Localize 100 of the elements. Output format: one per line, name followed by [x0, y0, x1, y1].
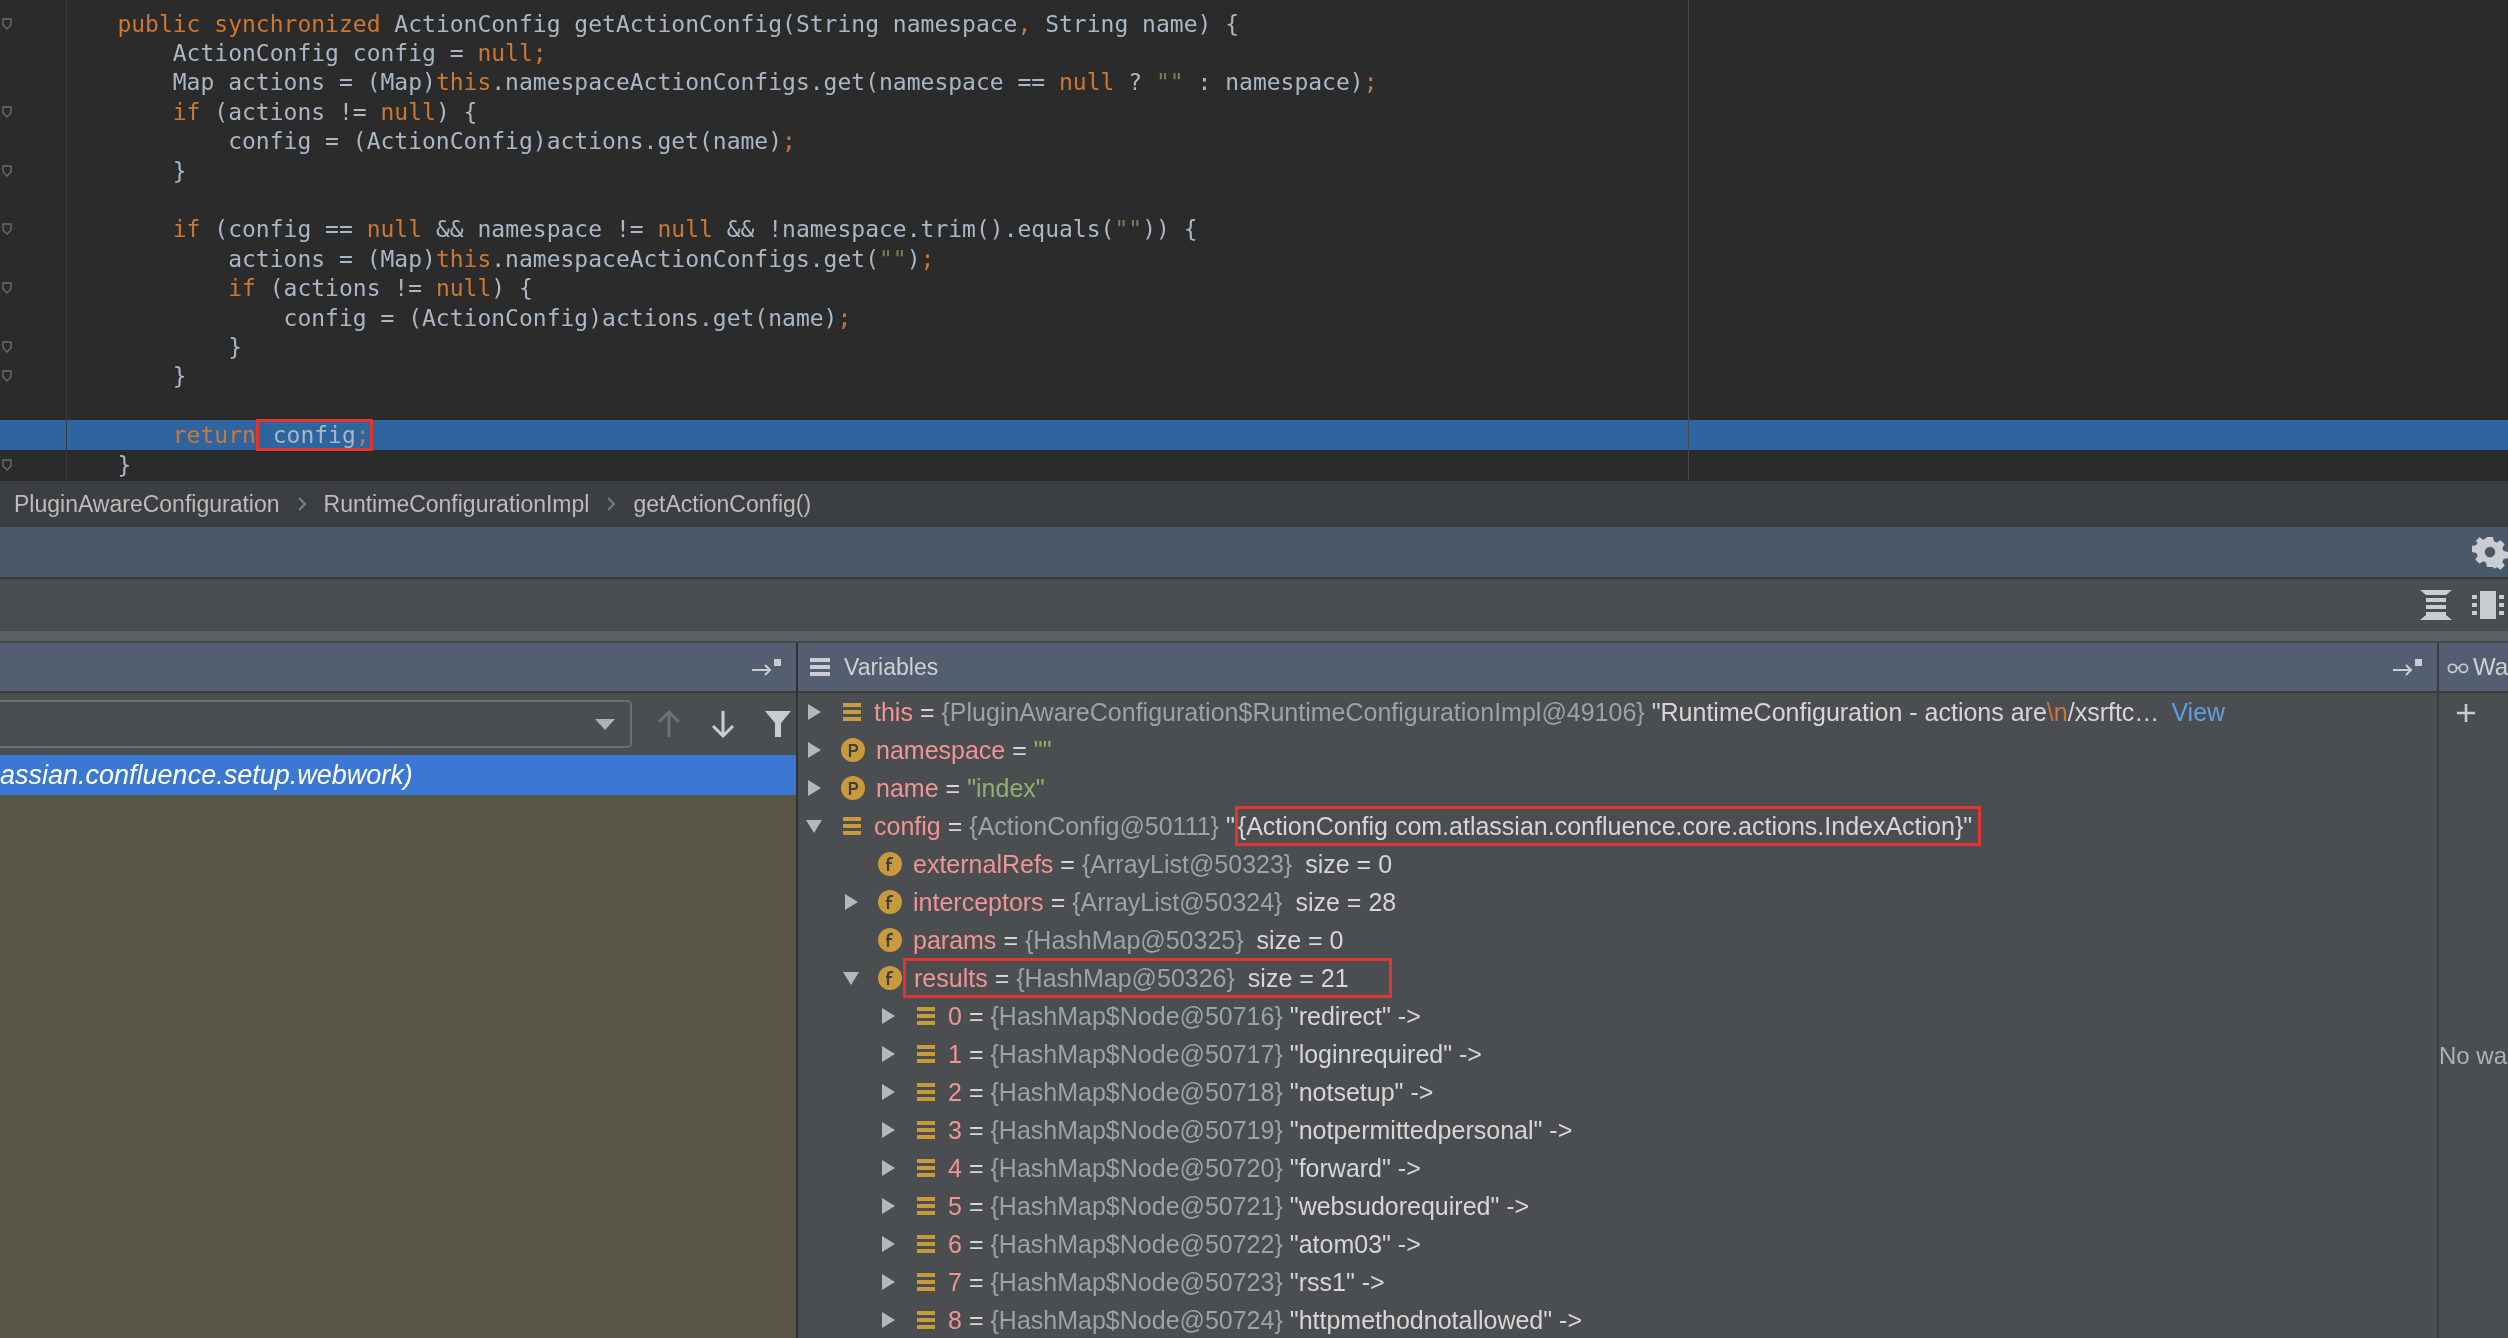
code-token: ) {	[491, 275, 533, 302]
field-icon	[877, 927, 903, 953]
variable-type: {HashMap$Node@50720}	[990, 1153, 1283, 1183]
field-icon	[877, 851, 903, 877]
empty-message: No wa	[2439, 1042, 2508, 1070]
code-token: null	[657, 216, 713, 243]
pin-icon[interactable]	[750, 656, 784, 678]
code-token: && namespace !=	[434, 216, 645, 243]
fold-marker-icon[interactable]	[2, 370, 12, 383]
variable-value: "websudorequired" ->	[1289, 1191, 1530, 1221]
equals-sign: =	[1012, 735, 1027, 765]
equals-sign: =	[968, 1039, 984, 1069]
variable-name: params	[913, 925, 997, 955]
variable-name: this	[874, 697, 913, 727]
variable-name: 1	[948, 1039, 962, 1069]
variable-name: externalRefs	[913, 849, 1054, 879]
code-token: : namespace)	[1196, 69, 1364, 96]
code-token: config	[271, 422, 356, 449]
variable-value: "rss1" ->	[1289, 1267, 1385, 1297]
list-icon	[914, 1080, 938, 1104]
variable-value: "index"	[967, 773, 1045, 803]
list-icon	[808, 656, 832, 678]
variable-name: 0	[948, 1001, 962, 1031]
equals-sign: =	[947, 811, 963, 841]
code-token: .namespaceActionConfigs.get(namespace ==	[491, 69, 1047, 96]
variable-value: "httpmethodnotallowed" ->	[1289, 1305, 1583, 1335]
breadcrumb-item[interactable]: PluginAwareConfiguration	[14, 490, 280, 518]
variable-type: {HashMap@50325}	[1025, 925, 1244, 955]
fold-marker-icon[interactable]	[2, 164, 12, 177]
code-token: this	[435, 245, 492, 272]
variable-name: namespace	[876, 735, 1006, 765]
code-token: ""	[1114, 216, 1143, 243]
variable-size: size = 21	[1247, 963, 1349, 993]
code-token: )	[906, 245, 921, 272]
code-token: ;	[782, 128, 796, 155]
code-token: null;	[477, 40, 547, 67]
variable-type: {HashMap$Node@50722}	[990, 1229, 1283, 1259]
code-token: Map actions = (Map)	[171, 69, 436, 96]
variable-size: size = 0	[1256, 925, 1344, 955]
code-token: (actions !=	[213, 98, 368, 125]
highlight-box: {ActionConfig com.atlassian.confluence.core.actions.IndexAction}"	[1234, 806, 1982, 846]
breadcrumb-item[interactable]: RuntimeConfigurationImpl	[323, 490, 590, 518]
code-token: ActionConfig getActionConfig(String namespace	[394, 10, 1018, 37]
variable-name: name	[876, 773, 939, 803]
code-token: ;	[837, 304, 852, 331]
fold-marker-icon[interactable]	[2, 223, 12, 236]
variable-size: size = 0	[1305, 849, 1393, 879]
code-token: ?	[1127, 69, 1144, 96]
code-token: (actions !=	[268, 275, 424, 302]
equals-sign: =	[968, 1305, 984, 1335]
code-token: if	[171, 98, 201, 125]
list-icon	[914, 1270, 938, 1294]
field-icon	[877, 965, 903, 991]
add-icon[interactable]	[2455, 702, 2477, 724]
list-icon	[914, 1308, 938, 1332]
fold-marker-icon[interactable]	[2, 458, 12, 471]
panel-title: Variables	[844, 653, 939, 681]
variable-value: /xsrftc…	[2067, 697, 2160, 727]
code-token: null	[366, 216, 423, 243]
variable-type: {HashMap$Node@50721}	[990, 1191, 1283, 1221]
variable-name: 2	[948, 1077, 962, 1107]
pin-icon[interactable]	[2391, 656, 2425, 678]
variable-value: "atom03" ->	[1289, 1229, 1421, 1259]
stack-frame[interactable]: assian.confluence.setup.webwork)	[0, 755, 796, 795]
chevron-icon	[295, 496, 308, 512]
code-token: return	[171, 422, 256, 449]
code-token: ""	[1155, 69, 1184, 96]
code-token: ""	[879, 245, 907, 272]
variable-type: {PluginAwareConfiguration$RuntimeConfigurationImpl@49106}	[941, 697, 1645, 727]
variable-name: 5	[948, 1191, 962, 1221]
code-token: .namespaceActionConfigs.get(	[491, 245, 879, 272]
code-token: null	[1059, 69, 1115, 96]
list-icon	[840, 700, 864, 724]
fold-marker-icon[interactable]	[2, 341, 12, 353]
caret-icon	[594, 717, 616, 731]
breadcrumb-item[interactable]: getActionConfig()	[633, 490, 812, 518]
code-token: )) {	[1142, 216, 1198, 243]
view-link[interactable]: View	[2171, 697, 2226, 727]
code-token: ;	[355, 422, 370, 449]
equals-sign: =	[968, 1077, 984, 1107]
fold-marker-icon[interactable]	[2, 282, 12, 295]
fold-marker-icon[interactable]	[2, 17, 12, 30]
variable-value: "notsetup" ->	[1289, 1077, 1434, 1107]
list-icon	[914, 1042, 938, 1066]
variable-name: 3	[948, 1115, 962, 1145]
variable-type: {ArrayList@50323}	[1081, 849, 1293, 879]
variable-type: {HashMap@50326}	[1016, 963, 1235, 993]
code-token: ) {	[435, 98, 478, 125]
equals-sign: =	[968, 1229, 984, 1259]
code-token: if	[227, 275, 256, 302]
code-token: ActionConfig config =	[171, 40, 465, 67]
settings-icon[interactable]	[2472, 534, 2508, 570]
code-token: ,	[1017, 10, 1032, 37]
list-icon	[914, 1156, 938, 1180]
code-token: null	[435, 275, 492, 302]
variable-type: {ActionConfig@50111}	[969, 811, 1219, 841]
variable-name: 6	[948, 1229, 962, 1259]
fold-marker-icon[interactable]	[2, 105, 12, 118]
list-icon	[840, 814, 864, 838]
code-token: ;	[1363, 69, 1378, 96]
